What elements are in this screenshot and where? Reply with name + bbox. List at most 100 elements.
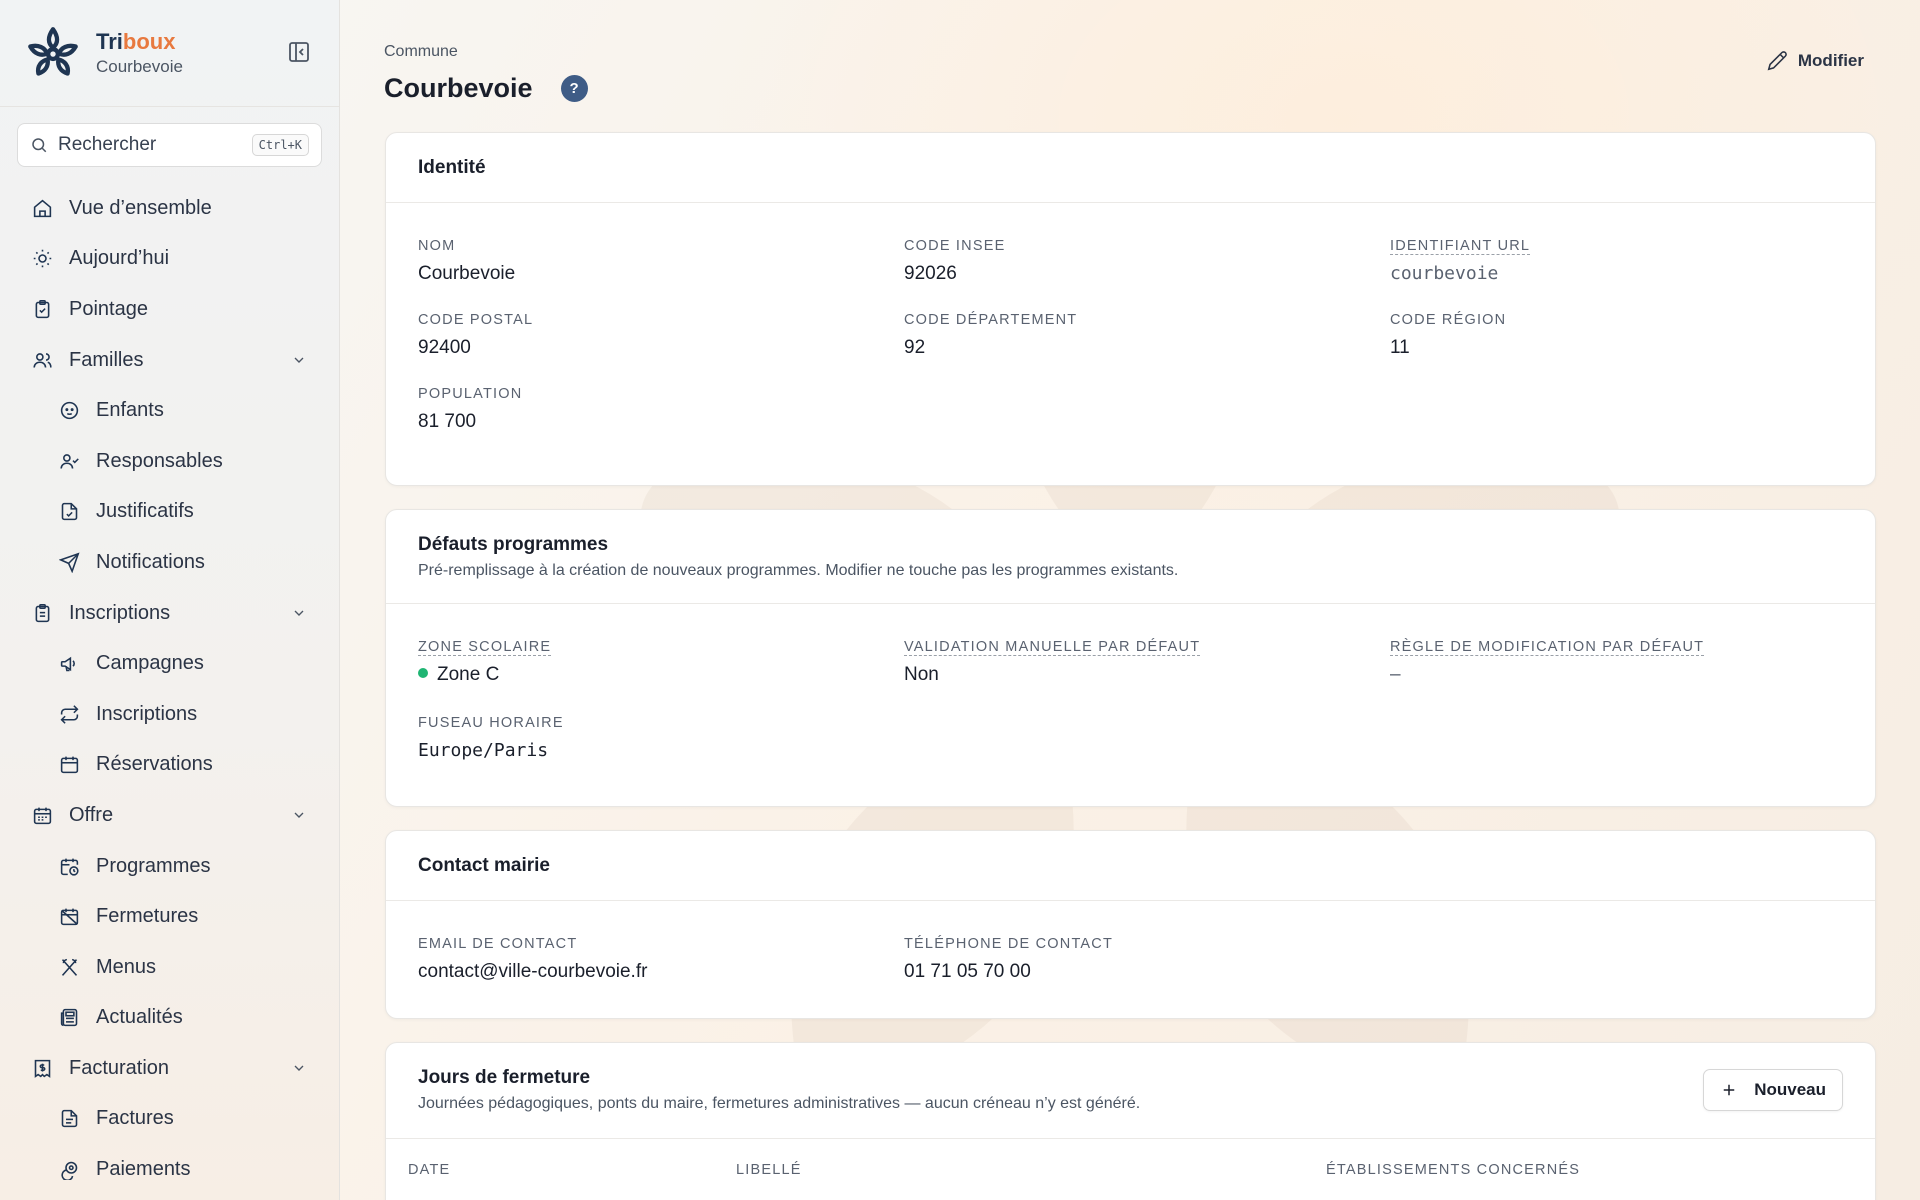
calendar-days-icon	[33, 807, 52, 825]
sidebar-item-factures[interactable]: Factures	[0, 1094, 339, 1145]
column-header-libelle[interactable]: LIBELLÉ	[736, 1162, 802, 1178]
home-icon	[33, 199, 52, 217]
sidebar-item-label: Offre	[69, 803, 114, 826]
field-zone: Zone C	[418, 664, 904, 686]
utensils-icon	[61, 958, 78, 976]
calendar-clock-icon	[60, 858, 79, 876]
search-shortcut: Ctrl+K	[251, 134, 309, 156]
sidebar-item-menus[interactable]: Menus	[0, 942, 339, 993]
sidebar-item-paiements[interactable]: Paiements	[0, 1144, 339, 1195]
newspaper-icon	[60, 1009, 78, 1027]
chevron-down-icon[interactable]	[291, 807, 307, 823]
triboux-logo-icon	[28, 27, 78, 76]
field-email[interactable]: contact@ville-courbevoie.fr	[418, 961, 904, 983]
field-population: 81 700	[418, 411, 477, 432]
sidebar-item-label: Pointage	[69, 297, 148, 320]
field-label[interactable]: VALIDATION MANUELLE PAR DÉFAUT	[904, 639, 1201, 656]
search-bar[interactable]: Rechercher Ctrl+K	[17, 123, 322, 167]
sidebar-item-facturation[interactable]: Facturation	[0, 1043, 339, 1094]
repeat-icon	[60, 704, 79, 724]
field-slug: courbevoie	[1390, 263, 1499, 284]
field-label[interactable]: IDENTIFIANT URL	[1390, 238, 1531, 255]
card-title: Identité	[418, 156, 486, 178]
chevron-down-icon[interactable]	[291, 1060, 307, 1076]
calendar-icon	[60, 756, 79, 774]
contact-card: Contact mairie EMAIL DE CONTACT contact@v…	[385, 830, 1876, 1019]
sidebar-item-label: Fermetures	[96, 905, 199, 928]
sidebar-item-inscriptions-group[interactable]: Inscriptions	[0, 588, 339, 639]
sidebar-item-label: Justificatifs	[96, 500, 194, 523]
clipboard-check-icon	[35, 299, 50, 319]
new-closure-button[interactable]: Nouveau	[1703, 1069, 1843, 1111]
sidebar-item-vue-ensemble[interactable]: Vue d’ensemble	[0, 183, 339, 234]
sidebar-item-familles[interactable]: Familles	[0, 335, 339, 386]
field-insee: 92026	[904, 263, 957, 284]
sidebar-item-label: Réservations	[96, 753, 213, 776]
field-label: EMAIL DE CONTACT	[418, 936, 578, 952]
sidebar-item-label: Menus	[96, 955, 157, 978]
sidebar-item-responsables[interactable]: Responsables	[0, 436, 339, 487]
clipboard-list-icon	[35, 603, 50, 622]
file-check-icon	[61, 503, 78, 521]
sidebar-item-inscriptions[interactable]: Inscriptions	[0, 689, 339, 740]
field-label: NOM	[418, 238, 456, 254]
brand-subtitle: Courbevoie	[96, 57, 183, 76]
chevron-down-icon[interactable]	[291, 352, 307, 368]
sidebar-collapse-icon[interactable]	[287, 40, 311, 64]
pencil-icon	[1767, 51, 1787, 71]
field-phone[interactable]: 01 71 05 70 00	[904, 961, 1390, 983]
receipt-icon	[34, 1059, 51, 1078]
sidebar-item-label: Inscriptions	[96, 702, 198, 725]
sidebar-item-label: Programmes	[96, 854, 211, 877]
card-description: Pré-remplissage à la création de nouveau…	[418, 561, 1179, 579]
field-label: CODE RÉGION	[1390, 312, 1507, 328]
field-rule: –	[1390, 664, 1401, 685]
field-label: TÉLÉPHONE DE CONTACT	[904, 936, 1114, 952]
sidebar-item-campagnes[interactable]: Campagnes	[0, 638, 339, 689]
brand-header: Triboux Courbevoie	[0, 0, 339, 107]
sidebar-item-aujourdhui[interactable]: Aujourd’hui	[0, 234, 339, 285]
field-postal: 92400	[418, 337, 471, 358]
field-label: CODE DÉPARTEMENT	[904, 312, 1078, 328]
field-nom: Courbevoie	[418, 263, 516, 284]
field-region: 11	[1390, 337, 1410, 358]
column-header-date[interactable]: DATE	[408, 1162, 450, 1178]
breadcrumb[interactable]: Commune	[384, 43, 458, 61]
field-label[interactable]: RÈGLE DE MODIFICATION PAR DÉFAUT	[1390, 639, 1705, 656]
sidebar-item-pointage[interactable]: Pointage	[0, 284, 339, 335]
sidebar-item-label: Familles	[69, 348, 144, 371]
sidebar-item-enfants[interactable]: Enfants	[0, 385, 339, 436]
sidebar-item-justificatifs[interactable]: Justificatifs	[0, 487, 339, 538]
sidebar-item-fermetures[interactable]: Fermetures	[0, 891, 339, 942]
card-title: Contact mairie	[418, 854, 550, 876]
card-title: Défauts programmes	[418, 533, 609, 555]
chevron-down-icon[interactable]	[291, 605, 307, 621]
main-content: Commune Courbevoie ? Modifier Identité N…	[340, 0, 1920, 1200]
sidebar-item-label: Vue d’ensemble	[69, 196, 212, 219]
sidebar-item-notifications[interactable]: Notifications	[0, 537, 339, 588]
sidebar-item-programmes[interactable]: Programmes	[0, 841, 339, 892]
field-timezone: Europe/Paris	[418, 740, 549, 761]
modify-button-label: Modifier	[1797, 50, 1864, 70]
field-validation: Non	[904, 664, 939, 685]
closure-days-card: Jours de fermeture Journées pédagogiques…	[385, 1042, 1876, 1200]
identity-card: Identité NOM Courbevoie CODE INSEE 92026 I…	[385, 132, 1876, 486]
modify-button[interactable]: Modifier	[1767, 50, 1864, 71]
program-defaults-card: Défauts programmes Pré-remplissage à la …	[385, 509, 1876, 807]
help-icon[interactable]: ?	[560, 75, 588, 102]
column-header-etablissements[interactable]: ÉTABLISSEMENTS CONCERNÉS	[1326, 1162, 1580, 1178]
sidebar-item-actualites[interactable]: Actualités	[0, 993, 339, 1044]
sidebar-nav: Vue d’ensemble Aujourd’hui Pointage Fami…	[0, 183, 339, 1195]
field-label: CODE INSEE	[904, 238, 1006, 254]
sidebar-item-reservations[interactable]: Réservations	[0, 740, 339, 791]
file-text-icon	[61, 1110, 78, 1128]
users-icon	[33, 352, 52, 368]
field-label[interactable]: ZONE SCOLAIRE	[418, 639, 552, 656]
search-icon	[32, 138, 47, 153]
send-icon	[59, 552, 80, 573]
coins-icon	[61, 1161, 78, 1181]
sidebar-item-offre[interactable]: Offre	[0, 790, 339, 841]
sidebar: Triboux Courbevoie Rechercher Ctrl+K Vue…	[0, 0, 340, 1200]
field-label: CODE POSTAL	[418, 312, 534, 328]
megaphone-icon	[60, 656, 75, 672]
